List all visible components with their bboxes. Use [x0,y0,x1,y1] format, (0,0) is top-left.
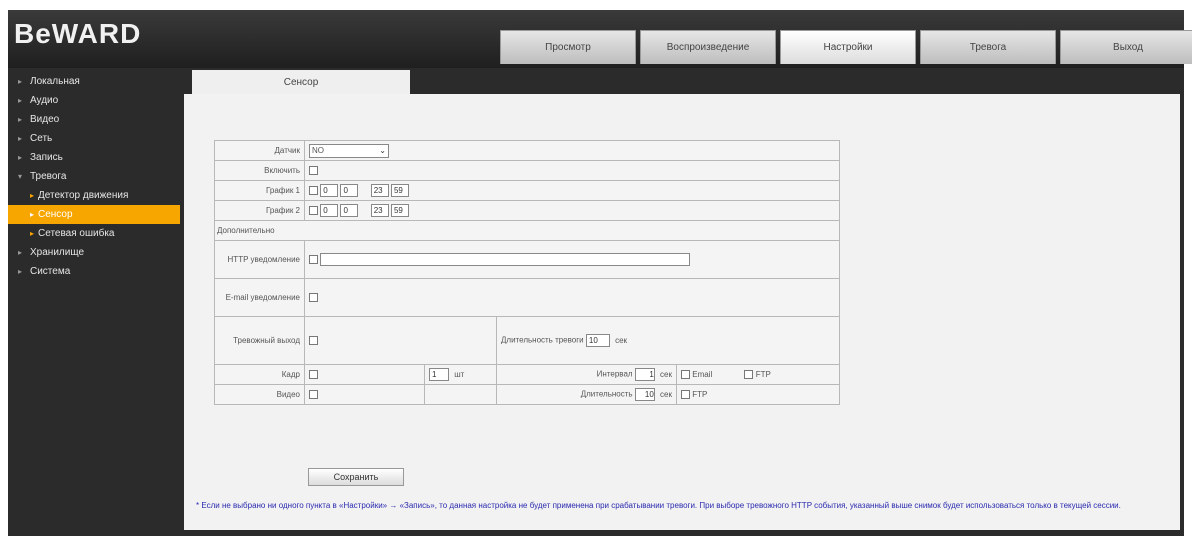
snapshot-ftp-checkbox[interactable] [744,370,754,380]
schedule1-end-minute-input[interactable]: 59 [390,184,409,197]
save-button[interactable]: Сохранить [308,468,404,486]
schedule1-end-hour-input[interactable]: 23 [370,184,389,197]
alarm-duration-input[interactable]: 10 [585,334,610,347]
enable-label: Включить [214,160,305,181]
snapshot-interval-label: Интервал [596,369,633,379]
section-heading: Дополнительно [214,220,840,241]
email-notification-checkbox[interactable] [309,293,318,303]
schedule1-checkbox[interactable] [309,186,318,195]
snapshot-email-checkbox[interactable] [681,370,690,380]
sidebar-item-label: Тревога [30,171,67,182]
alarm-output-checkbox[interactable] [309,336,318,346]
snapshot-ftp-label: FTP [755,369,771,379]
video-ftp-label: FTP [692,389,708,399]
video-duration-unit: сек [660,389,672,399]
video-duration-label: Длительность [580,389,633,399]
enable-checkbox[interactable] [309,166,318,176]
arrow-right-icon: ▸ [18,115,23,124]
arrow-down-icon: ▾ [18,172,23,181]
schedule1-start-minute-input[interactable]: 0 [340,184,359,197]
arrow-right-icon: ▸ [18,96,23,105]
sidebar-item-label: Хранилище [30,247,84,258]
arrow-right-icon: ▸ [18,134,23,143]
tab-live-view[interactable]: Просмотр [500,30,636,64]
sidebar-item-storage[interactable]: ▸ Хранилище [8,243,184,262]
tab-sensor[interactable]: Сенсор [192,70,410,94]
video-checkbox[interactable] [309,390,318,400]
http-notification-label: HTTP уведомление [214,240,305,279]
snapshot-label: Кадр [214,364,305,385]
tab-playback[interactable]: Воспроизведение [640,30,776,64]
http-notification-url-input[interactable] [320,253,691,266]
schedule2-start-hour-input[interactable]: 0 [320,204,339,217]
sidebar-item-label: Сетевая ошибка [38,228,115,239]
video-label: Видео [214,384,305,405]
sidebar-item-label: Аудио [30,95,59,106]
schedule2-label: График 2 [214,200,305,221]
arrow-right-icon: ▸ [18,77,23,86]
snapshot-interval-input[interactable]: 1 [634,368,655,381]
alarm-output-label: Тревожный выход [214,316,305,365]
main-nav-tabs: Просмотр Воспроизведение Настройки Трево… [500,30,1192,64]
app-window: BeWARD Просмотр Воспроизведение Настройк… [8,10,1192,536]
sensor-settings-form: Датчик NO ⌄ Включить График 1 0 0 23 59 [214,140,840,405]
schedule2-checkbox[interactable] [309,206,318,215]
arrow-right-icon: ▸ [18,267,23,276]
schedule1-start-hour-input[interactable]: 0 [320,184,339,197]
tab-settings[interactable]: Настройки [780,30,916,64]
sidebar-item-alarm[interactable]: ▾ Тревога [8,167,184,186]
schedule1-label: График 1 [214,180,305,201]
sidebar-item-label: Детектор движения [38,190,129,201]
arrow-right-icon: ▸ [30,229,35,238]
schedule2-end-minute-input[interactable]: 59 [390,204,409,217]
alarm-duration-unit: сек [615,335,628,345]
arrow-right-icon: ▸ [30,191,35,200]
schedule2-end-hour-input[interactable]: 23 [370,204,389,217]
arrow-right-icon: ▸ [30,210,35,219]
sidebar-item-label: Система [30,266,71,277]
sidebar-item-label: Сенсор [38,209,73,220]
schedule2-start-minute-input[interactable]: 0 [340,204,359,217]
snapshot-count-unit: шт [454,369,465,379]
header-bar: BeWARD Просмотр Воспроизведение Настройк… [8,10,1192,68]
sidebar-item-network-error[interactable]: ▸ Сетевая ошибка [8,224,184,243]
content-tab-bar: Сенсор [184,70,1180,94]
snapshot-checkbox[interactable] [309,370,318,380]
tab-logout[interactable]: Выход [1060,30,1192,64]
beward-logo: BeWARD [14,18,142,49]
sidebar-item-network[interactable]: ▸ Сеть [8,129,184,148]
sidebar-item-motion-detection[interactable]: ▸ Детектор движения [8,186,184,205]
alarm-duration-label: Длительность тревоги [501,335,584,345]
sidebar-item-system[interactable]: ▸ Система [8,262,184,281]
snapshot-count-input[interactable]: 1 [429,368,449,381]
sidebar-item-label: Видео [30,114,60,125]
video-duration-input[interactable]: 10 [634,388,655,401]
arrow-right-icon: ▸ [18,248,23,257]
sidebar-item-label: Сеть [30,133,53,144]
sensor-type-value: NO [312,145,324,155]
sensor-label: Датчик [214,140,305,161]
sidebar-item-record[interactable]: ▸ Запись [8,148,184,167]
arrow-right-icon: ▸ [18,153,23,162]
snapshot-interval-unit: сек [660,369,672,379]
footnote-text: * Если не выбрано ни одного пункта в «На… [196,501,1121,510]
sidebar-item-sensor[interactable]: ▸ Сенсор [8,205,180,224]
sidebar-item-label: Локальная [30,76,80,87]
sensor-type-select[interactable]: NO ⌄ [309,143,389,158]
sidebar-item-video[interactable]: ▸ Видео [8,110,184,129]
chevron-down-icon: ⌄ [379,145,386,155]
tab-alarm[interactable]: Тревога [920,30,1056,64]
settings-sidebar: ▸ Локальная ▸ Аудио ▸ Видео ▸ Сеть ▸ Запись ▾… [8,72,184,281]
sidebar-item-audio[interactable]: ▸ Аудио [8,91,184,110]
sidebar-item-label: Запись [30,152,63,163]
video-ftp-checkbox[interactable] [681,390,690,400]
content-panel: Сенсор Датчик NO ⌄ Включить График 1 0 0 … [184,70,1180,530]
email-notification-label: E-mail уведомление [214,278,305,317]
sidebar-item-local[interactable]: ▸ Локальная [8,72,184,91]
http-notification-checkbox[interactable] [309,255,318,264]
snapshot-email-label: Email [692,369,713,379]
